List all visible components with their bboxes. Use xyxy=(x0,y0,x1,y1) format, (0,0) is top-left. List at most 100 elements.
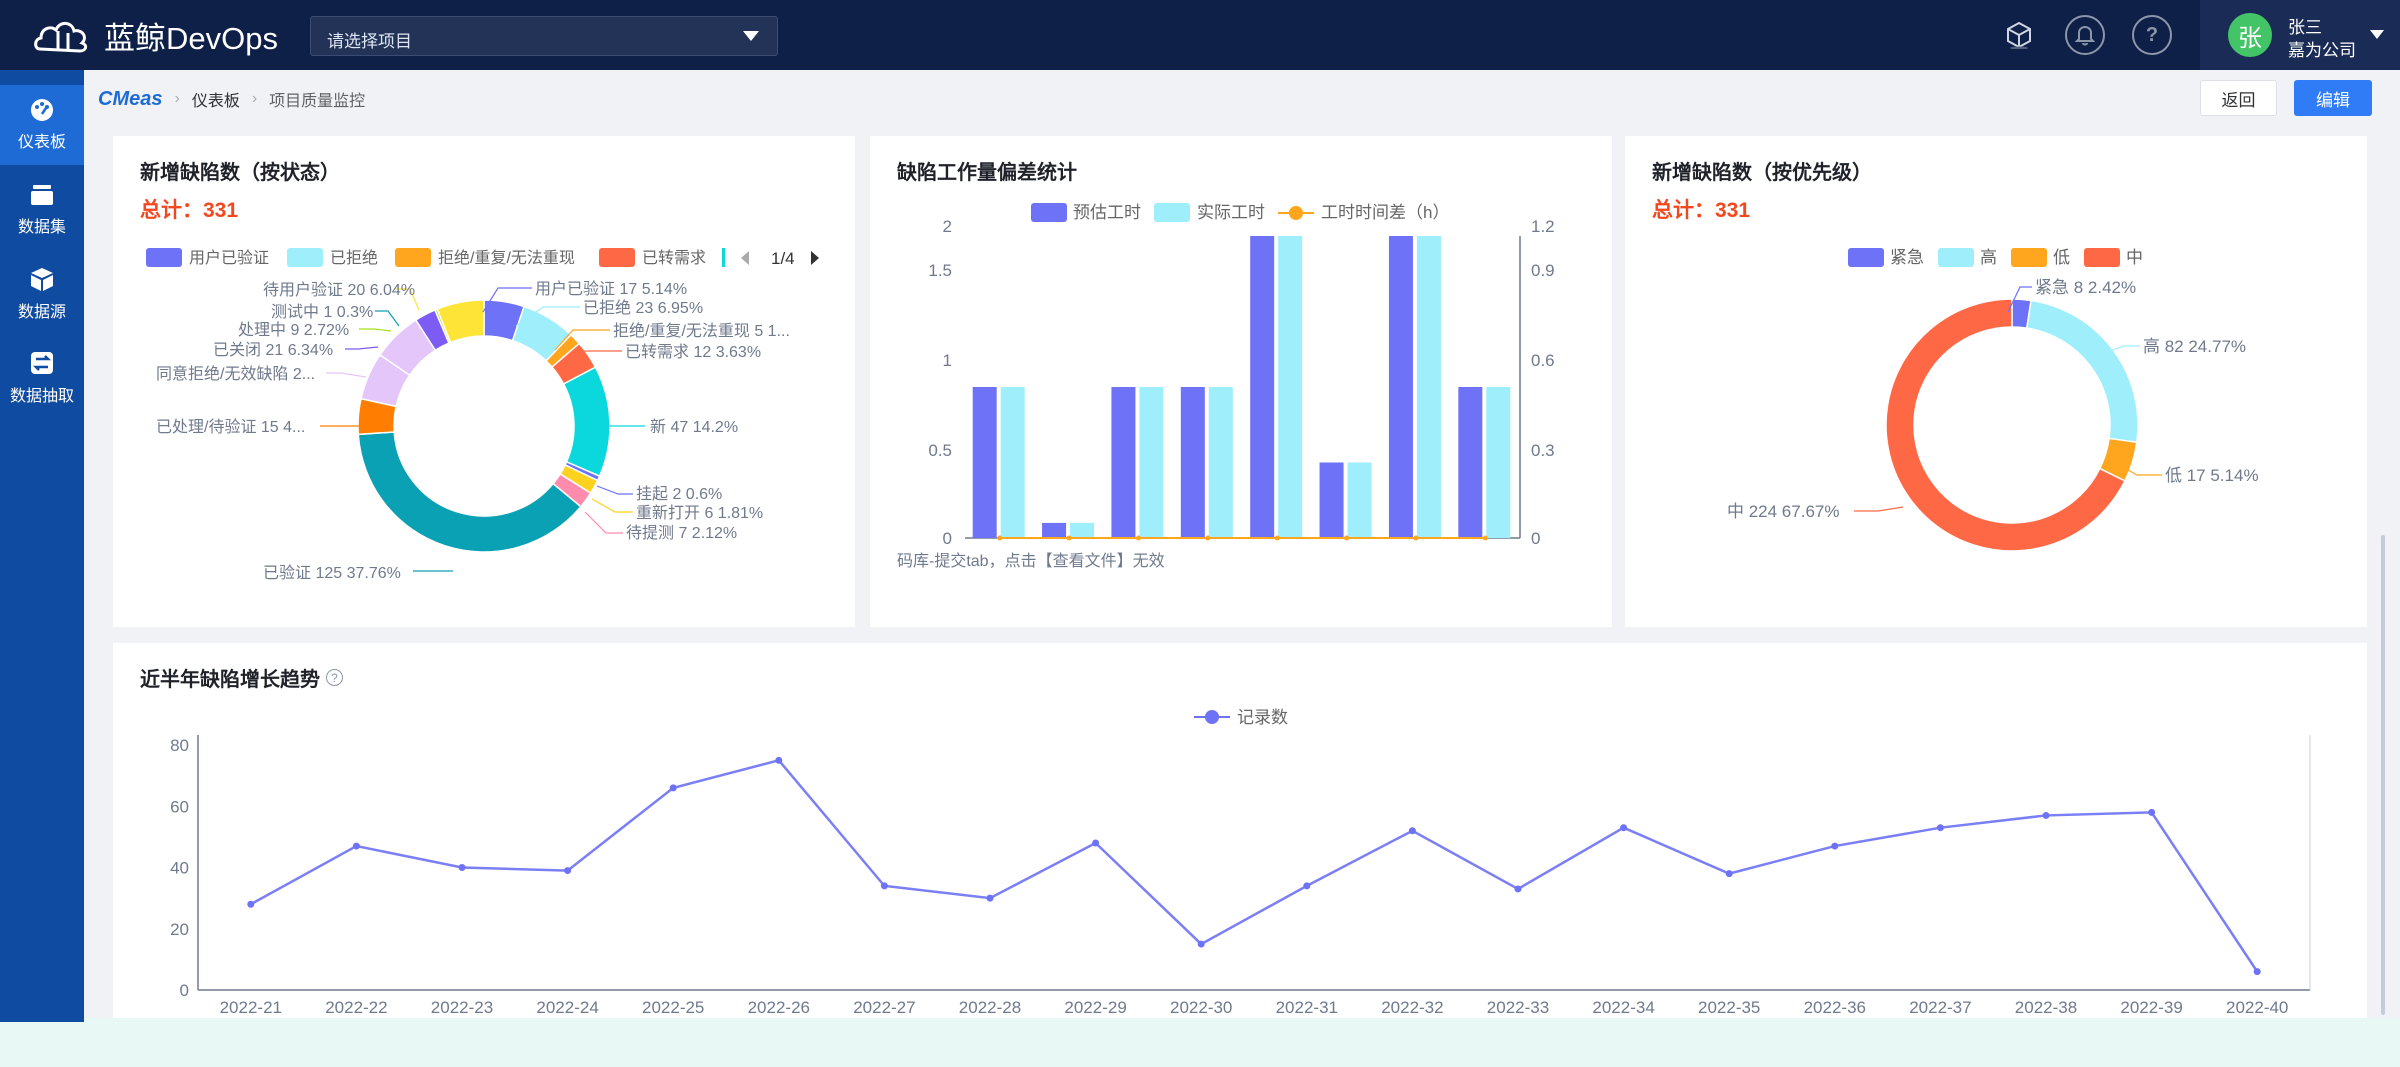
legend-label[interactable]: 已转需求 xyxy=(642,249,706,267)
y-tick-label: 1 xyxy=(943,351,952,370)
bar-actual[interactable] xyxy=(1486,387,1511,538)
line-point[interactable] xyxy=(669,784,677,792)
legend-prev-icon[interactable] xyxy=(741,251,749,265)
bar-actual[interactable] xyxy=(1000,387,1025,538)
legend-label[interactable]: 紧急 xyxy=(1890,248,1924,267)
series-line xyxy=(250,758,2259,973)
x-tick-label: 2022-29 xyxy=(1064,998,1126,1017)
pie-slice[interactable] xyxy=(2025,299,2139,444)
bar-estimated[interactable] xyxy=(1319,462,1344,539)
line-point[interactable] xyxy=(1620,824,1628,832)
bar-estimated[interactable] xyxy=(1042,522,1067,538)
legend-label[interactable]: 低 xyxy=(2053,248,2070,267)
pie-label: 已转需求 12 3.63% xyxy=(625,343,761,361)
chart-legend: 预估工时 实际工时 工时时间差（h） xyxy=(1031,203,1449,222)
legend-label[interactable]: 拒绝/重复/无法重现 xyxy=(438,249,575,267)
bar-actual[interactable] xyxy=(1208,387,1233,538)
line-point[interactable] xyxy=(564,867,572,875)
legend-marker xyxy=(1289,206,1303,220)
legend-label[interactable]: 记录数 xyxy=(1237,708,1288,727)
line-point[interactable] xyxy=(1514,885,1522,893)
legend-label[interactable]: 已拒绝 xyxy=(330,249,378,267)
y-axis-right-ticks: 0 0.3 0.6 0.9 1.2 xyxy=(1531,217,1555,548)
sidebar-item-dataset[interactable]: 数据集 xyxy=(0,170,84,250)
y-tick-label: 20 xyxy=(170,920,189,939)
bar-estimated[interactable] xyxy=(1111,387,1136,538)
chart-legend: 紧急 高 低 中 xyxy=(1848,248,2143,267)
legend-label[interactable]: 工时时间差（h） xyxy=(1321,203,1449,222)
x-tick-label: 2022-27 xyxy=(853,998,915,1017)
line-point[interactable] xyxy=(2253,968,2261,976)
sidebar-item-label: 数据抽取 xyxy=(9,388,74,405)
line-point[interactable] xyxy=(1482,535,1488,541)
label-leader xyxy=(591,498,633,513)
brand-logo[interactable]: CMeas xyxy=(98,88,162,111)
user-menu[interactable]: 张 张三 嘉为公司 xyxy=(2200,0,2400,70)
bar-estimated[interactable] xyxy=(1250,236,1275,538)
line-point[interactable] xyxy=(1197,940,1205,948)
breadcrumb-item[interactable]: 仪表板 xyxy=(192,87,240,111)
y-tick-label: 40 xyxy=(170,859,189,878)
y2-tick-label: 0.3 xyxy=(1531,441,1555,460)
bar-estimated[interactable] xyxy=(1180,387,1205,538)
y-tick-label: 1.5 xyxy=(928,261,952,280)
legend-label[interactable]: 实际工时 xyxy=(1197,203,1265,222)
line-point[interactable] xyxy=(1936,824,1944,832)
legend-next-icon[interactable] xyxy=(811,251,819,265)
bell-icon[interactable] xyxy=(2065,15,2105,55)
line-point[interactable] xyxy=(1135,535,1141,541)
line-point[interactable] xyxy=(1205,535,1211,541)
pie-label: 处理中 9 2.72% xyxy=(238,321,349,339)
legend-label[interactable]: 预估工时 xyxy=(1073,203,1141,222)
bar-estimated[interactable] xyxy=(972,387,997,538)
bar-actual[interactable] xyxy=(1070,522,1095,538)
bar-actual[interactable] xyxy=(1139,387,1164,538)
line-point[interactable] xyxy=(352,842,360,850)
y-tick-label: 60 xyxy=(170,797,189,816)
edit-button[interactable]: 编辑 xyxy=(2294,80,2372,116)
line-point[interactable] xyxy=(458,864,466,871)
legend-label[interactable]: 中 xyxy=(2126,248,2143,267)
bar-estimated[interactable] xyxy=(1388,236,1413,538)
line-point[interactable] xyxy=(1408,827,1416,835)
line-point[interactable] xyxy=(880,882,888,890)
line-point[interactable] xyxy=(1413,535,1419,541)
help-icon[interactable]: ? xyxy=(2132,15,2172,55)
line-point[interactable] xyxy=(1831,842,1839,850)
line-point[interactable] xyxy=(1725,870,1733,878)
sidebar-item-extract[interactable]: 数据抽取 xyxy=(0,338,84,418)
bar-actual[interactable] xyxy=(1416,236,1441,538)
legend-label[interactable]: 高 xyxy=(1980,248,1997,267)
line-point[interactable] xyxy=(1274,535,1280,541)
line-point[interactable] xyxy=(1066,535,1072,541)
bar-estimated[interactable] xyxy=(1458,387,1483,538)
cube-icon[interactable] xyxy=(1999,15,2039,55)
sidebar-item-dashboard[interactable]: 仪表板 xyxy=(0,85,84,165)
dataset-icon xyxy=(31,185,53,205)
line-point[interactable] xyxy=(1303,882,1311,890)
line-point[interactable] xyxy=(2042,811,2050,819)
sidebar: 仪表板 数据集 数据源 数据抽取 xyxy=(0,70,84,1022)
vertical-scrollbar[interactable] xyxy=(2381,535,2385,1015)
legend-label[interactable]: 用户已验证 xyxy=(189,249,269,267)
x-tick-label: 2022-36 xyxy=(1804,998,1866,1017)
pie-slice[interactable] xyxy=(562,366,611,478)
project-select[interactable]: 请选择项目 xyxy=(310,16,778,56)
pie-slice[interactable] xyxy=(357,431,582,553)
app-logo[interactable]: 蓝鲸DevOps xyxy=(32,12,278,58)
bar-marks xyxy=(972,236,1511,541)
sidebar-item-datasource[interactable]: 数据源 xyxy=(0,254,84,334)
line-point[interactable] xyxy=(986,894,994,902)
bar-actual[interactable] xyxy=(1347,462,1372,539)
line-point[interactable] xyxy=(997,535,1003,541)
line-point[interactable] xyxy=(2148,808,2156,816)
line-point[interactable] xyxy=(1344,535,1350,541)
back-button[interactable]: 返回 xyxy=(2200,80,2277,116)
line-point[interactable] xyxy=(775,756,783,764)
chevron-down-icon xyxy=(743,31,759,41)
line-point[interactable] xyxy=(247,900,255,908)
line-point[interactable] xyxy=(1092,839,1100,847)
bar-actual[interactable] xyxy=(1278,236,1303,538)
line-marks xyxy=(247,756,2261,976)
y2-tick-label: 0.9 xyxy=(1531,261,1555,280)
